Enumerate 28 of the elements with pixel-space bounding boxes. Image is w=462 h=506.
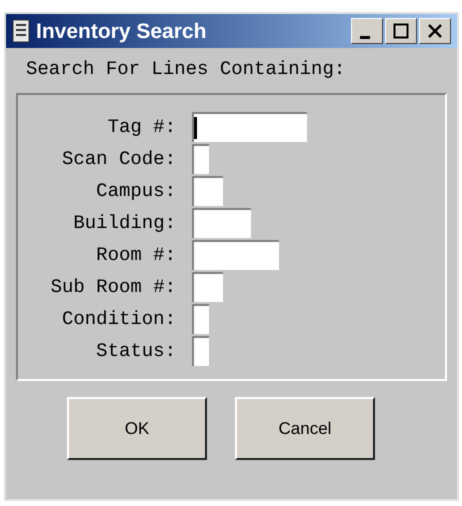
input-field[interactable] [192,176,223,206]
input-field[interactable] [192,144,209,174]
maximize-button[interactable] [385,18,417,44]
text-cursor [194,117,197,139]
maximize-icon [393,23,409,39]
field-label: Tag #: [106,114,176,140]
input-field[interactable] [192,112,307,142]
field-label: Sub Room #: [50,274,176,300]
input-field[interactable] [192,272,223,302]
search-heading: Search For Lines Containing: [26,60,346,79]
field-label: Room #: [95,242,176,268]
input-field[interactable] [192,304,209,334]
dialog-button[interactable]: Cancel [235,397,375,460]
input-field[interactable] [192,336,209,366]
document-icon [12,19,30,43]
window-title: Inventory Search [36,20,206,42]
field-label: Building: [72,210,176,236]
dialog-button[interactable]: OK [67,397,207,460]
field-label: Scan Code: [60,146,176,172]
field-label: Campus: [95,178,176,204]
close-icon [427,23,443,39]
input-field[interactable] [192,240,279,270]
minimize-icon [360,36,370,38]
close-button[interactable] [419,18,451,44]
field-label: Condition: [60,306,176,332]
minimize-button[interactable] [351,18,383,44]
field-label: Status: [95,338,176,364]
input-field[interactable] [192,208,251,238]
